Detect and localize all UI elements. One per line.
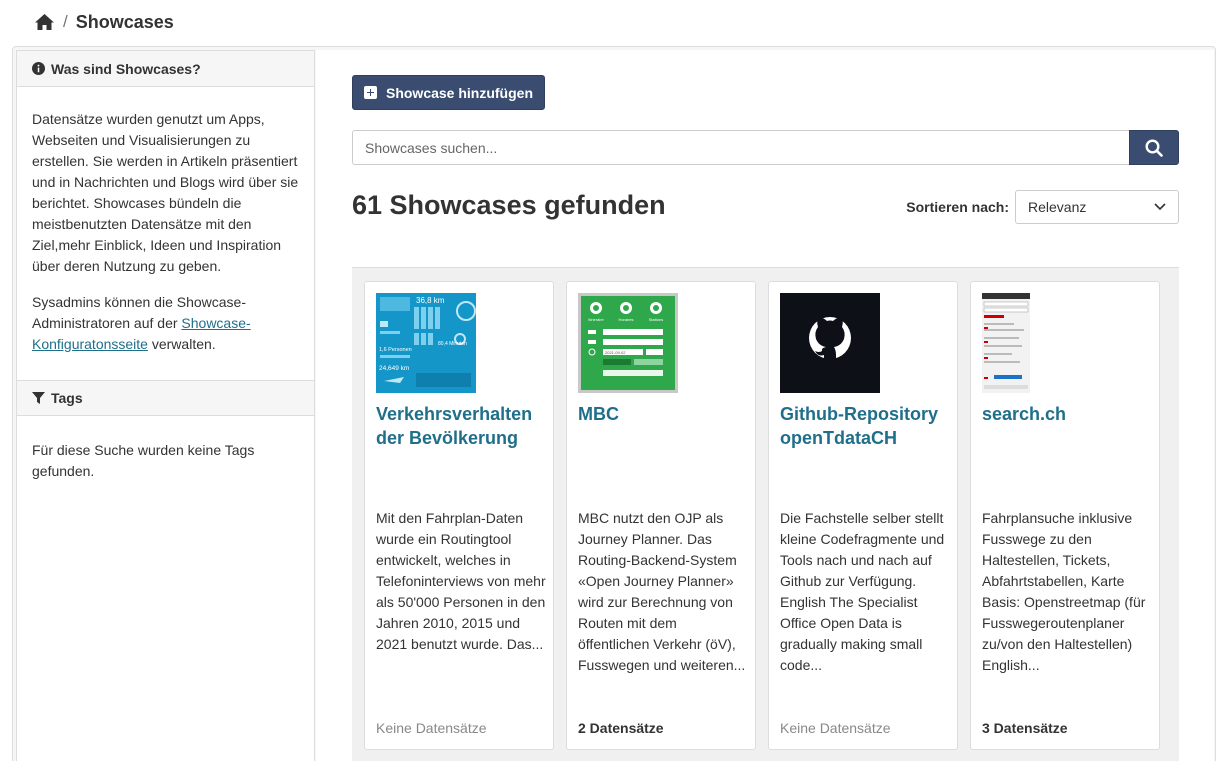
filter-icon <box>32 392 45 404</box>
showcase-grid: 36,8 km 1,6 Personen 80,4 Minuten 24,649… <box>352 267 1179 761</box>
thumb-tab-itineraire: Itineraire <box>588 317 604 322</box>
main-content: Showcase hinzufügen 61 Showcases gefunde… <box>316 50 1214 761</box>
sort-label: Sortieren nach: <box>906 199 1009 215</box>
info-body: Datensätze wurden genutzt um Apps, Webse… <box>17 87 314 355</box>
showcase-dataset-count: 2 Datensätze <box>578 720 664 736</box>
showcase-description: Fahrplansuche inklusive Fusswege zu den … <box>982 510 1146 673</box>
showcase-dataset-count: Keine Datensätze <box>780 720 891 736</box>
sort-select[interactable]: Relevanz <box>1015 190 1179 224</box>
breadcrumb-current: Showcases <box>75 11 174 32</box>
thumb-minutes-label: 80,4 Minuten <box>438 341 467 347</box>
thumb-total-km-label: 24,649 km <box>379 365 409 372</box>
showcase-dataset-count: 3 Datensätze <box>982 720 1068 736</box>
thumb-tab-horaires: Horaires <box>618 317 633 322</box>
showcase-description: Mit den Fahrplan-Daten wurde ein Routing… <box>376 510 546 652</box>
info-admin-paragraph: Sysadmins können die Showcase-Administra… <box>32 292 299 355</box>
info-heading: Was sind Showcases? <box>17 51 314 87</box>
search-input[interactable] <box>352 130 1129 165</box>
showcase-dataset-count: Keine Datensätze <box>376 720 487 736</box>
showcase-thumbnail[interactable] <box>780 293 880 393</box>
search-button[interactable] <box>1129 130 1179 165</box>
tags-empty-text: Für diese Suche wurden keine Tags gefund… <box>32 442 255 479</box>
info-paragraph: Datensätze wurden genutzt um Apps, Webse… <box>32 111 299 274</box>
showcase-title[interactable]: Github-Repository openTdataCH <box>780 402 950 450</box>
thumb-tab-stations: Stations <box>649 317 663 322</box>
showcase-description: Die Fachstelle selber stellt kleine Code… <box>780 510 945 673</box>
showcase-thumbnail[interactable] <box>982 293 1082 393</box>
sort-selected-value: Relevanz <box>1028 199 1087 215</box>
showcase-title[interactable]: Verkehrsverhalten der Bevölkerung <box>376 402 546 450</box>
showcase-card[interactable]: search.ch Fahrplansuche inklusive Fusswe… <box>970 281 1160 750</box>
breadcrumb: / Showcases <box>34 10 174 34</box>
thumb-persons-label: 1,6 Personen <box>379 347 412 353</box>
tags-body: Für diese Suche wurden keine Tags gefund… <box>17 416 314 482</box>
info-circle-icon <box>32 62 45 75</box>
search-icon <box>1145 138 1163 157</box>
showcase-title[interactable]: search.ch <box>982 402 1152 426</box>
home-icon[interactable] <box>34 13 55 31</box>
breadcrumb-separator: / <box>63 12 68 31</box>
showcase-card[interactable]: 36,8 km 1,6 Personen 80,4 Minuten 24,649… <box>364 281 554 750</box>
plus-square-icon <box>363 86 377 99</box>
tags-heading: Tags <box>17 380 314 416</box>
search-bar <box>352 130 1179 165</box>
showcase-card[interactable]: Itineraire Horaires Stations 2021-09-02 <box>566 281 756 750</box>
page-wrapper: Was sind Showcases? Datensätze wurden ge… <box>12 46 1216 761</box>
results-count-heading: 61 Showcases gefunden <box>352 190 666 220</box>
sort-control: Sortieren nach: Relevanz <box>906 190 1179 224</box>
add-showcase-button[interactable]: Showcase hinzufügen <box>352 75 545 110</box>
showcase-card[interactable]: Github-Repository openTdataCH Die Fachst… <box>768 281 958 750</box>
tags-heading-text: Tags <box>51 390 83 406</box>
info-heading-text: Was sind Showcases? <box>51 60 201 77</box>
info-admin-text-end: verwalten. <box>147 336 216 352</box>
github-icon <box>780 293 880 393</box>
showcase-thumbnail[interactable]: 36,8 km 1,6 Personen 80,4 Minuten 24,649… <box>376 293 476 393</box>
showcase-title[interactable]: MBC <box>578 402 748 426</box>
showcase-thumbnail[interactable]: Itineraire Horaires Stations 2021-09-02 <box>578 293 678 393</box>
thumb-date-label: 2021-09-02 <box>605 350 626 355</box>
showcase-description: MBC nutzt den OJP als Journey Planner. D… <box>578 510 746 673</box>
sidebar: Was sind Showcases? Datensätze wurden ge… <box>16 50 315 761</box>
add-showcase-label: Showcase hinzufügen <box>385 84 533 101</box>
chevron-down-icon <box>1154 203 1166 211</box>
thumb-distance-label: 36,8 km <box>416 296 445 305</box>
